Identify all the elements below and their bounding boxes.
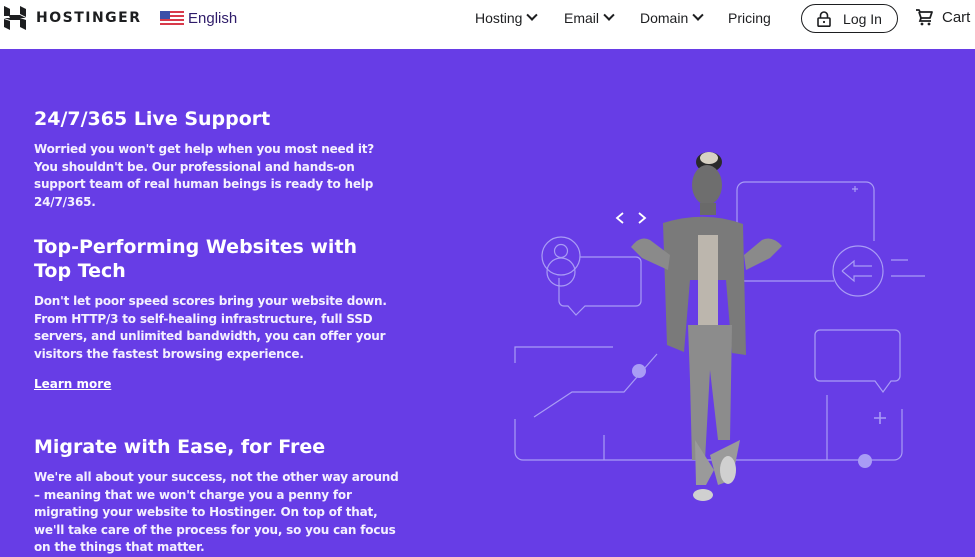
woman-thumbs-up-photo xyxy=(631,152,782,501)
hero-illustration xyxy=(514,152,925,501)
hostinger-logo[interactable]: HOSTINGER xyxy=(4,6,142,30)
feature-live-support: 24/7/365 Live Support Worried you won't … xyxy=(34,107,394,211)
nav-hosting-label: Hosting xyxy=(475,10,523,26)
us-flag-icon xyxy=(160,11,184,26)
nav-pricing[interactable]: Pricing xyxy=(728,10,771,26)
hostinger-logo-icon xyxy=(4,6,26,30)
brand-name: HOSTINGER xyxy=(36,10,142,26)
chat-bubble-icon xyxy=(558,256,642,316)
nav-domain-label: Domain xyxy=(640,10,689,26)
login-label: Log In xyxy=(843,10,882,27)
feature-title: Top-Performing Websites with Top Tech xyxy=(34,236,358,282)
feature-title: Migrate with Ease, for Free xyxy=(34,436,326,458)
arrow-left-icon xyxy=(832,245,884,297)
nav-pricing-label: Pricing xyxy=(728,10,771,26)
language-selector[interactable]: English xyxy=(160,10,237,27)
cart-label: Cart xyxy=(942,8,971,26)
feature-body: Don't let poor speed scores bring your w… xyxy=(34,294,387,361)
chevron-down-icon xyxy=(603,9,615,21)
cart-icon xyxy=(916,9,933,26)
site-header: HOSTINGER English Hosting Email Domain P… xyxy=(0,0,975,49)
nav-email-label: Email xyxy=(564,10,600,26)
feature-top-tech: Top-Performing Websites with Top Tech Do… xyxy=(34,235,394,363)
login-button[interactable]: Log In xyxy=(801,4,898,33)
nav-hosting[interactable]: Hosting xyxy=(475,9,539,26)
feature-title: 24/7/365 Live Support xyxy=(34,108,271,130)
chevron-down-icon xyxy=(526,9,539,21)
feature-body: We're all about your success, not the ot… xyxy=(34,470,399,554)
learn-more-link[interactable]: Learn more xyxy=(34,377,111,391)
feature-migrate: Migrate with Ease, for Free We're all ab… xyxy=(34,435,404,557)
nav-email[interactable]: Email xyxy=(564,9,615,26)
chat-bubble-icon xyxy=(814,329,901,394)
nav-domain[interactable]: Domain xyxy=(640,9,704,26)
code-icon xyxy=(615,212,647,224)
cart-button[interactable]: Cart xyxy=(915,8,970,26)
node-dot xyxy=(632,364,646,378)
chevron-down-icon xyxy=(692,9,704,21)
plus-icon xyxy=(874,412,886,424)
lock-icon xyxy=(817,10,831,27)
feature-body: Worried you won't get help when you most… xyxy=(34,142,375,209)
language-label: English xyxy=(188,10,238,27)
node-dot xyxy=(858,454,872,468)
plus-icon xyxy=(852,186,858,192)
